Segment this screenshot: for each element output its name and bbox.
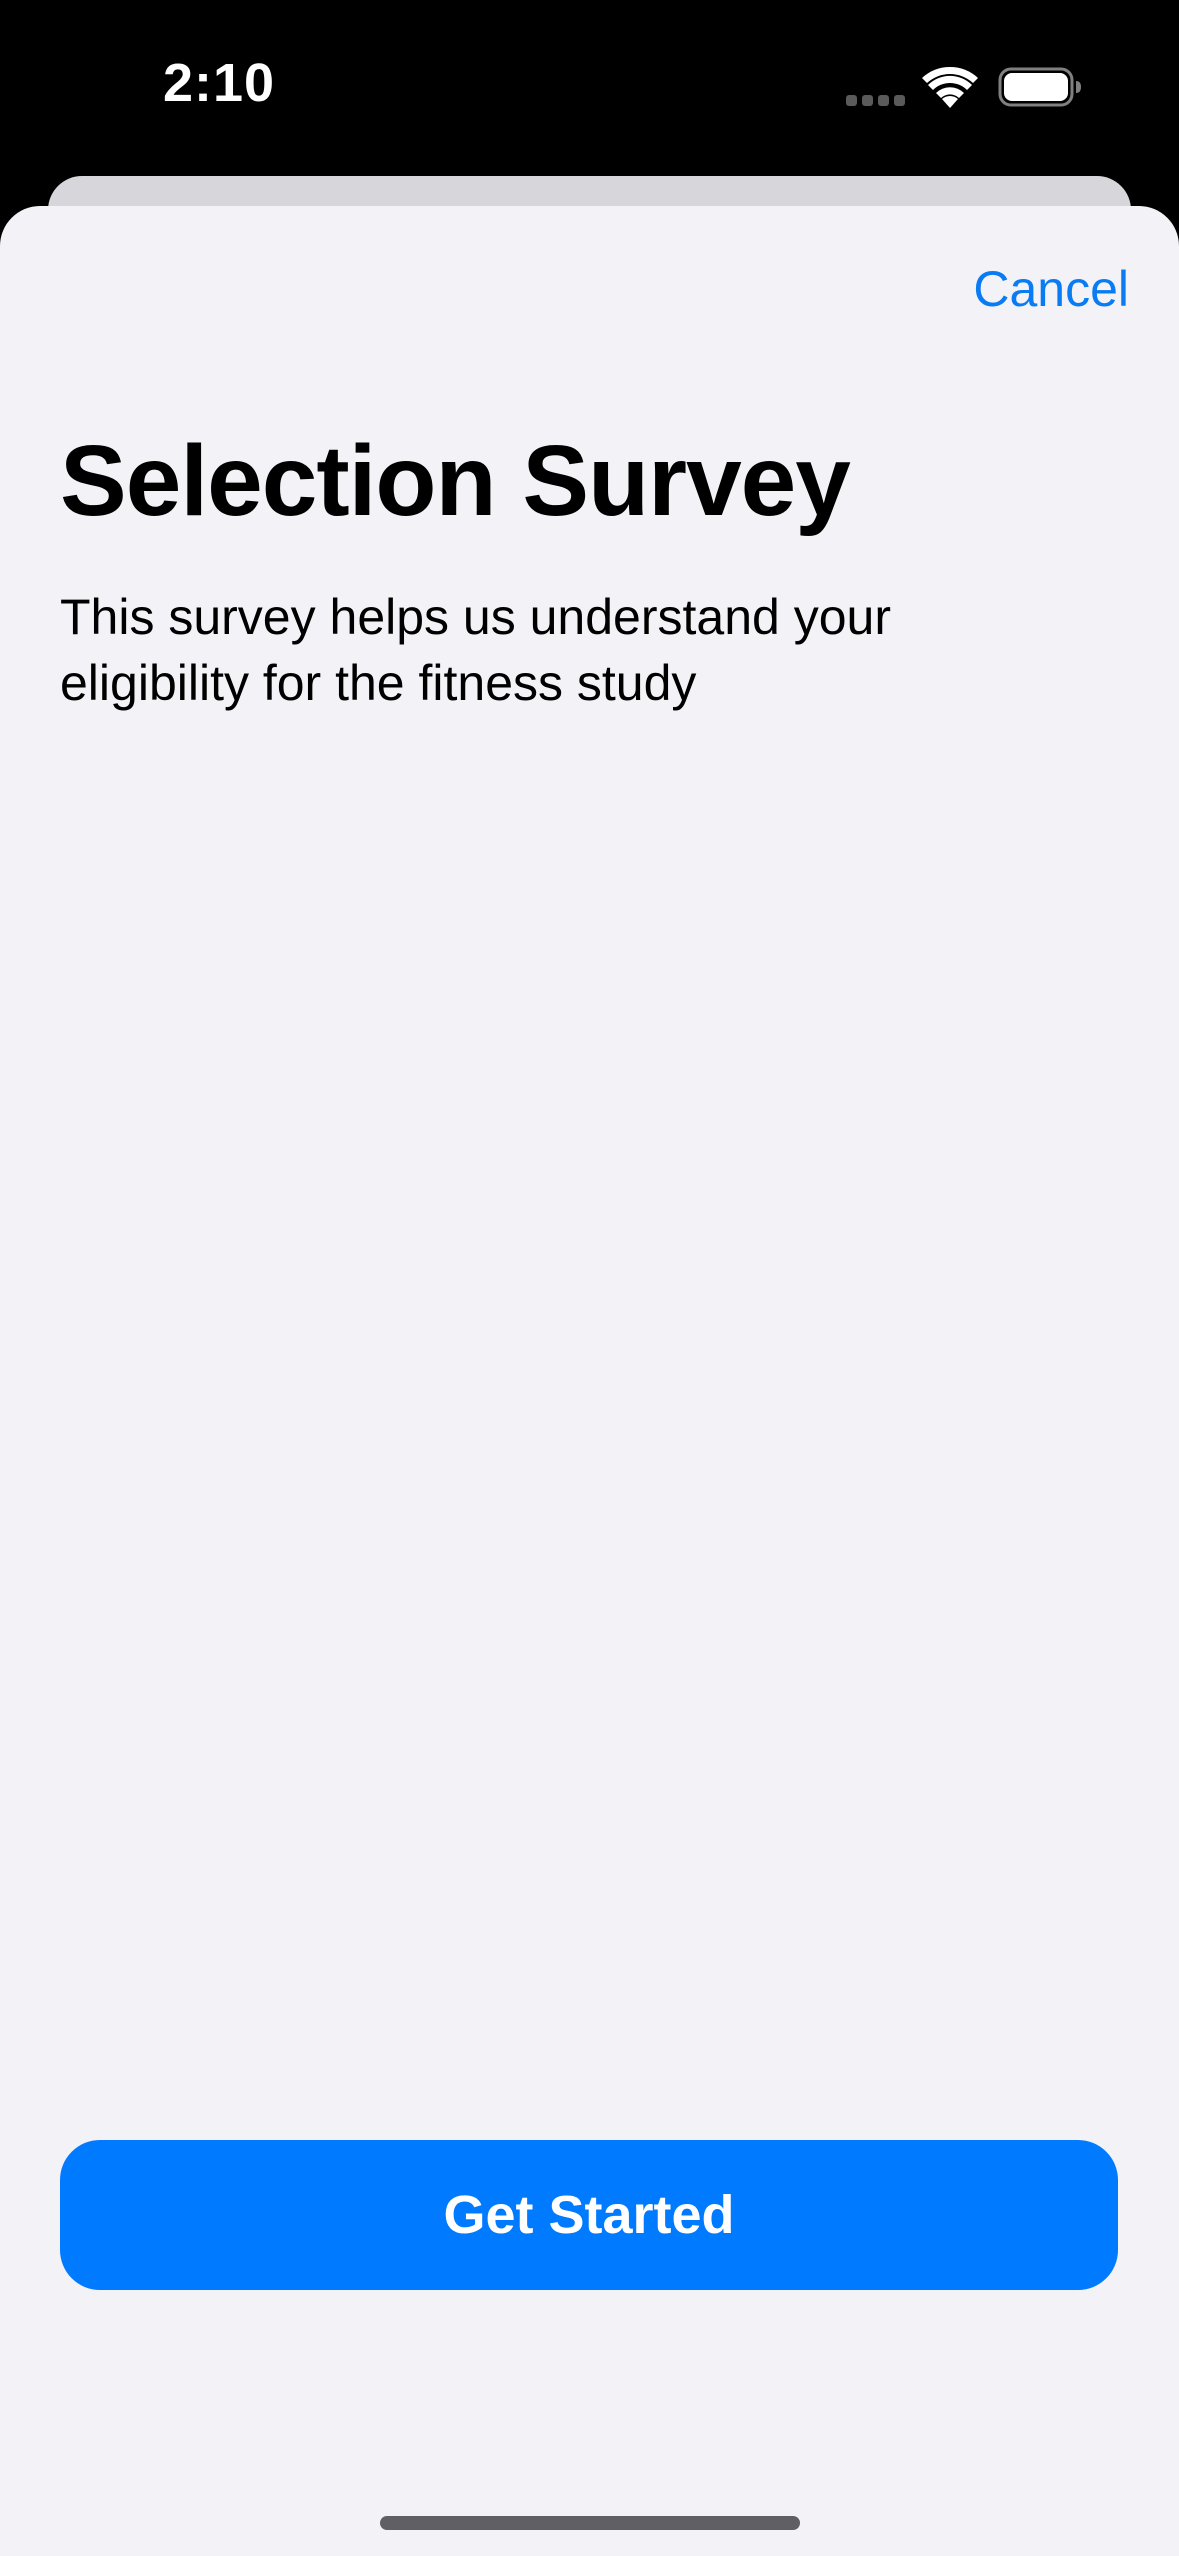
status-time: 2:10 (163, 53, 276, 113)
battery-icon (998, 67, 1081, 107)
get-started-button[interactable]: Get Started (60, 2140, 1118, 2290)
page-description: This survey helps us understand your eli… (60, 589, 891, 711)
cancel-button[interactable]: Cancel (973, 260, 1129, 318)
wifi-icon (922, 66, 978, 108)
survey-sheet: Cancel Selection Survey This survey help… (0, 206, 1179, 2556)
page-title: Selection Survey (60, 425, 851, 537)
signal-icon (846, 95, 906, 107)
status-bar: 2:10 (0, 0, 1179, 176)
home-indicator[interactable] (380, 2516, 800, 2530)
